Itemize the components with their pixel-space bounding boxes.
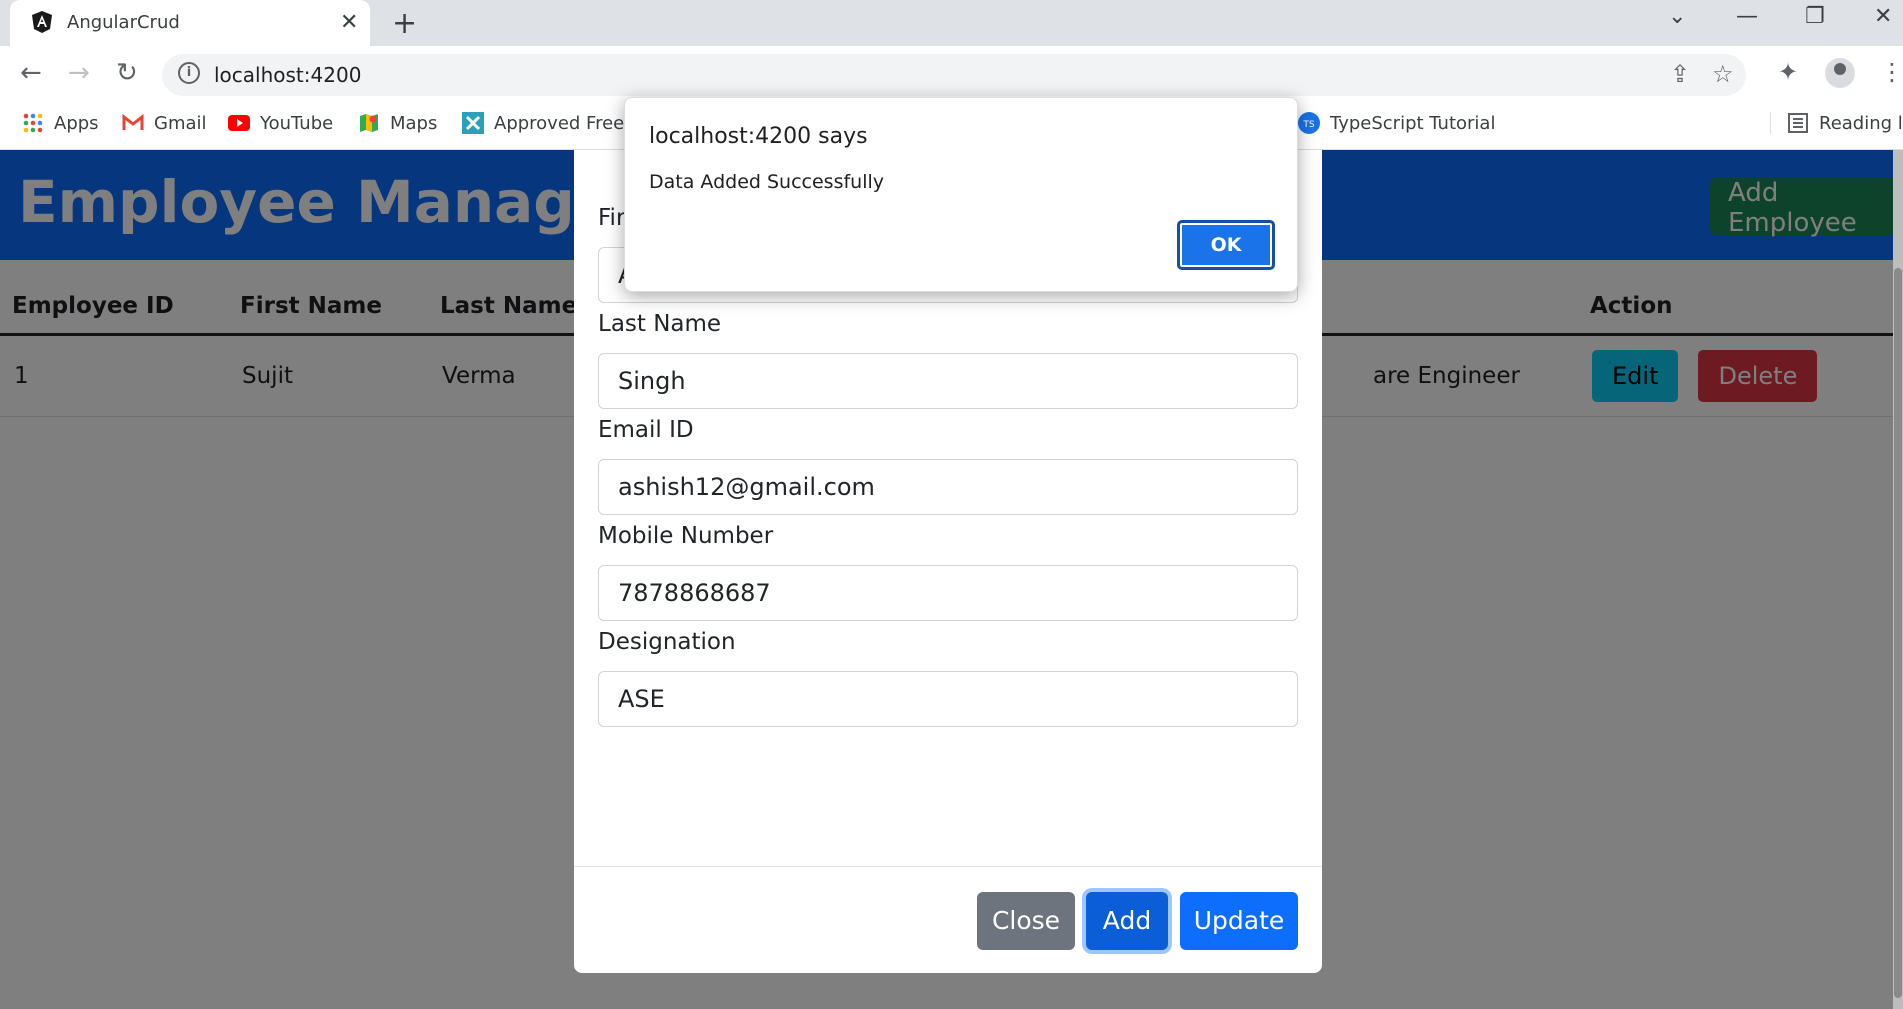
designation-label: Designation [598,629,736,655]
bookmark-label: Reading list [1819,112,1903,134]
browser-toolbar: ← → ↻ i localhost:4200 ⇪ ☆ ✦ ⋮ [0,46,1903,102]
scrollbar-thumb[interactable] [1894,268,1902,998]
bookmark-youtube[interactable]: YouTube [228,112,333,134]
close-button[interactable]: Close [977,892,1075,950]
bookmark-approved-freeware[interactable]: Approved Freew [462,112,639,134]
bookmark-typescript-tutorial[interactable]: TS TypeScript Tutorial [1298,112,1495,134]
maps-icon [360,114,378,132]
alert-title: localhost:4200 says [649,124,868,149]
profile-avatar-icon[interactable] [1825,58,1855,88]
forward-icon[interactable]: → [68,58,90,88]
bookmark-label: Maps [390,112,438,134]
bookmark-maps[interactable]: Maps [358,112,437,134]
site-info-icon[interactable]: i [178,62,200,84]
alert-dialog: localhost:4200 says Data Added Successfu… [624,97,1298,292]
angular-icon [32,11,52,33]
tab-title: AngularCrud [67,12,180,33]
last-name-input[interactable]: Singh [598,353,1298,409]
mobile-input[interactable]: 7878868687 [598,565,1298,621]
first-name-label: Fir [598,205,626,231]
mobile-label: Mobile Number [598,523,774,549]
bookmark-label: Apps [54,112,99,134]
bookmark-gmail[interactable]: Gmail [122,112,207,134]
minimize-icon[interactable]: — [1736,4,1758,29]
extensions-icon[interactable]: ✦ [1778,58,1798,86]
email-input[interactable]: ashish12@gmail.com [598,459,1298,515]
tab-close-icon[interactable]: ✕ [340,10,358,35]
address-bar[interactable]: i localhost:4200 ⇪ ☆ [162,54,1746,96]
bookmark-label: YouTube [260,112,334,134]
window-close-icon[interactable]: ✕ [1874,4,1892,29]
approved-freeware-icon [462,112,484,134]
reload-icon[interactable]: ↻ [116,58,138,88]
restore-icon[interactable]: ❐ [1805,4,1825,29]
gmail-icon [122,113,144,130]
last-name-label: Last Name [598,311,722,337]
modal-footer: Close Add Update [574,866,1322,973]
browser-tabstrip: AngularCrud ✕ + ⌄ — ❐ ✕ [0,0,1903,46]
add-button[interactable]: Add [1086,892,1168,950]
bookmark-star-icon[interactable]: ☆ [1712,60,1734,88]
new-tab-icon[interactable]: + [392,6,417,41]
update-button[interactable]: Update [1180,892,1298,950]
browser-tab[interactable]: AngularCrud ✕ [10,0,370,46]
typescript-icon: TS [1298,112,1320,134]
bookmark-apps[interactable]: Apps [22,112,99,134]
bookmark-label: TypeScript Tutorial [1330,112,1496,134]
alert-ok-button[interactable]: OK [1177,220,1275,270]
youtube-icon [228,115,250,131]
email-label: Email ID [598,417,694,443]
svg-text:TS: TS [1302,120,1314,130]
designation-input[interactable]: ASE [598,671,1298,727]
apps-grid-icon [23,113,43,133]
share-icon[interactable]: ⇪ [1670,60,1690,88]
reading-list-icon [1788,113,1808,133]
reading-list[interactable]: Reading list [1770,112,1903,134]
back-icon[interactable]: ← [20,58,42,88]
menu-kebab-icon[interactable]: ⋮ [1880,58,1903,86]
bookmark-label: Gmail [154,112,207,134]
alert-message: Data Added Successfully [649,171,884,193]
bookmark-label: Approved Freew [494,112,639,134]
url-text[interactable]: localhost:4200 [214,63,361,87]
tab-search-chevron-icon[interactable]: ⌄ [1668,4,1686,29]
